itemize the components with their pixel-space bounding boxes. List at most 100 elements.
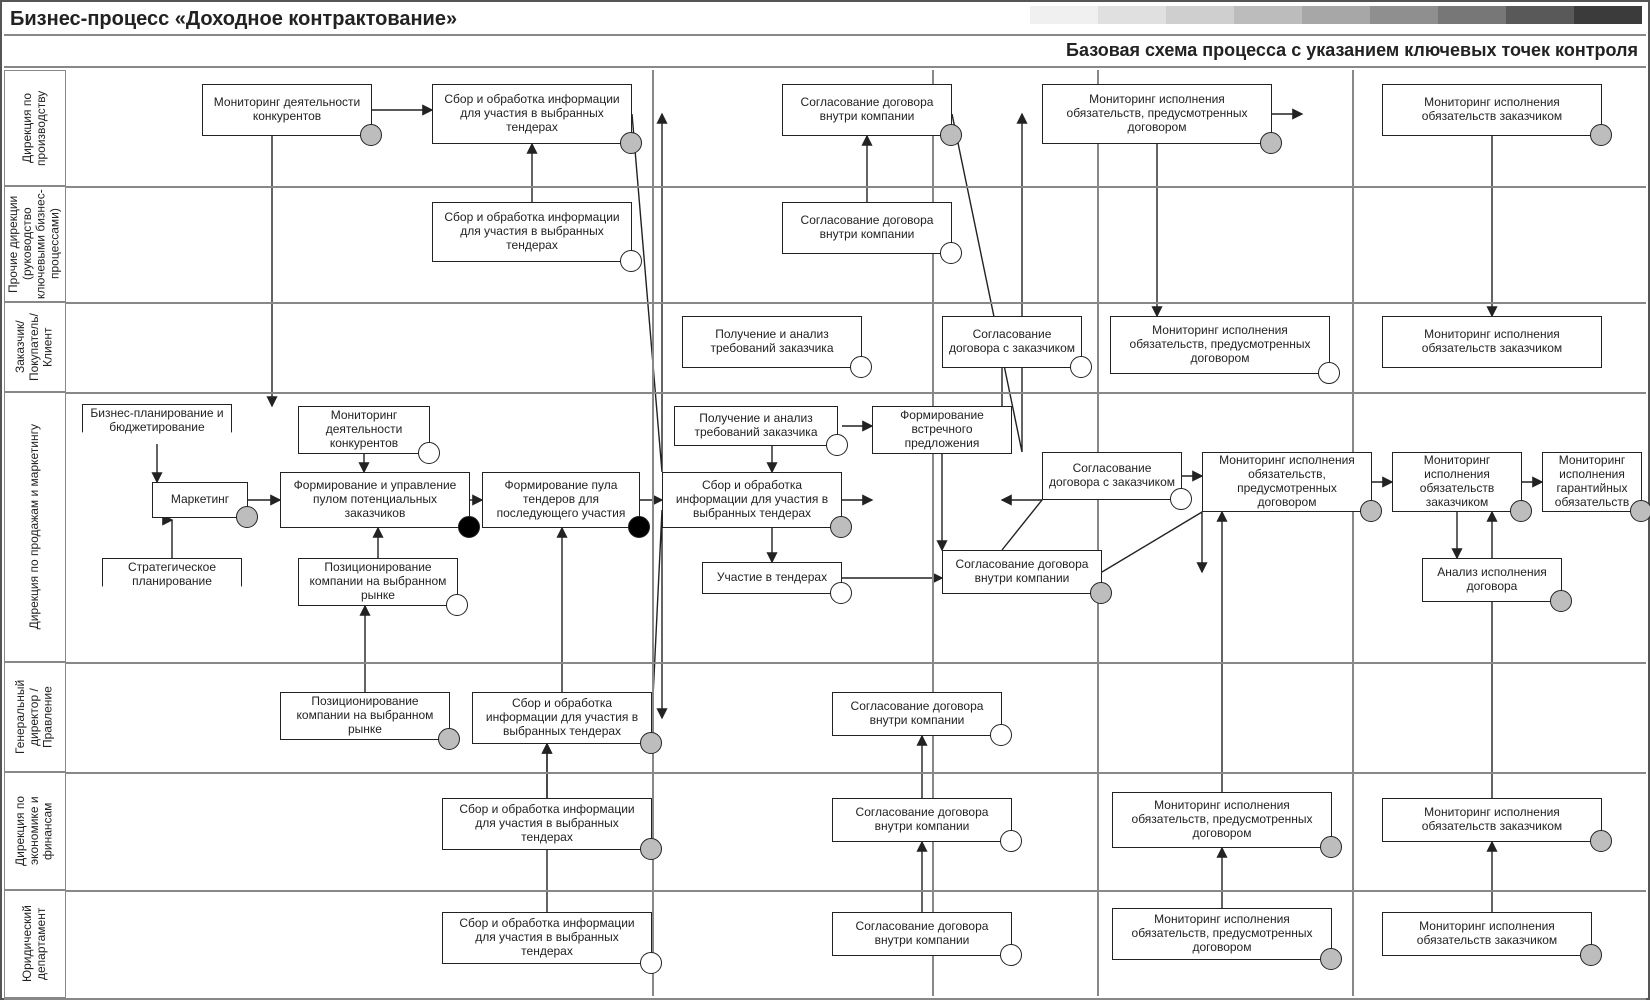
lane-label: Юридический департамент	[21, 891, 49, 997]
control-point-icon	[360, 124, 382, 146]
process-node: Формирование встречного предложения	[872, 406, 1012, 454]
control-point-icon	[1630, 500, 1650, 522]
control-point-icon	[418, 442, 440, 464]
process-node: Маркетинг	[152, 482, 248, 518]
process-node: Получение и анализ требований заказчика	[674, 406, 838, 446]
lane-header-ceo: Генеральный директор / Правление	[4, 662, 66, 772]
process-node: Получение и анализ требований заказчика	[682, 316, 862, 368]
rule	[4, 34, 1646, 36]
control-point-icon	[620, 250, 642, 272]
process-node: Позиционирование компании на выбранном р…	[298, 558, 458, 606]
process-node: Согласование договора внутри компании	[832, 692, 1002, 736]
lane-header-legal: Юридический департамент	[4, 890, 66, 998]
control-point-icon	[1590, 124, 1612, 146]
control-point-icon	[1510, 500, 1532, 522]
process-node: Анализ исполнения договора	[1422, 558, 1562, 602]
process-node: Мониторинг исполнения обязательств заказ…	[1382, 84, 1602, 136]
process-node: Согласование договора внутри компании	[832, 912, 1012, 956]
shade-strip	[1030, 6, 1642, 24]
process-node: Мониторинг исполнения обязательств, пред…	[1112, 792, 1332, 848]
process-node: Мониторинг исполнения обязательств, пред…	[1202, 452, 1372, 512]
process-node: Сбор и обработка информации для участия …	[472, 692, 652, 744]
process-node: Согласование договора с заказчиком	[1042, 452, 1182, 500]
lane-label: Заказчик/ Покупатель/ Клиент	[14, 303, 55, 391]
process-node: Согласование договора с заказчиком	[942, 316, 1082, 368]
process-node: Мониторинг исполнения обязательств заказ…	[1382, 798, 1602, 842]
lane-header-production: Дирекция по производству	[4, 70, 66, 186]
control-point-icon	[1320, 836, 1342, 858]
page-title: Бизнес-процесс «Доходное контрактование»	[10, 8, 457, 31]
control-point-icon	[1320, 948, 1342, 970]
control-point-icon	[458, 516, 480, 538]
lane-divider	[4, 186, 1646, 188]
control-point-icon	[1090, 582, 1112, 604]
control-point-icon	[1170, 488, 1192, 510]
process-node: Сбор и обработка информации для участия …	[662, 472, 842, 528]
control-point-icon	[830, 516, 852, 538]
control-point-icon	[826, 434, 848, 456]
process-node: Согласование договора внутри компании	[782, 202, 952, 254]
lane-divider	[4, 772, 1646, 774]
lane-header-sales: Дирекция по продажам и маркетингу	[4, 392, 66, 662]
lane-header-other: Прочие дирекции (руководство ключевыми б…	[4, 186, 66, 302]
lane-label: Дирекция по продажам и маркетингу	[28, 424, 42, 629]
lane-divider	[4, 662, 1646, 664]
process-node: Позиционирование компании на выбранном р…	[280, 692, 450, 740]
process-node: Мониторинг исполнения обязательств, пред…	[1110, 316, 1330, 374]
lane-divider	[4, 890, 1646, 892]
process-node: Участие в тендерах	[702, 562, 842, 594]
process-node: Сбор и обработка информации для участия …	[442, 798, 652, 850]
phase-divider	[1352, 70, 1354, 996]
process-node: Бизнес-планирование и бюджетирование	[82, 404, 232, 444]
process-node: Мониторинг исполнения обязательств, пред…	[1042, 84, 1272, 144]
control-point-icon	[830, 582, 852, 604]
process-node: Формирование пула тендеров для последующ…	[482, 472, 640, 528]
diagram-root: Бизнес-процесс «Доходное контрактование»…	[0, 0, 1650, 1000]
control-point-icon	[236, 506, 258, 528]
control-point-icon	[1550, 590, 1572, 612]
process-node: Сбор и обработка информации для участия …	[432, 84, 632, 144]
control-point-icon	[628, 516, 650, 538]
control-point-icon	[1000, 944, 1022, 966]
process-node: Согласование договора внутри компании	[832, 798, 1012, 842]
control-point-icon	[620, 132, 642, 154]
rule	[4, 66, 1646, 68]
process-node: Мониторинг деятельности конкурентов	[202, 84, 372, 136]
lane-divider	[4, 392, 1646, 394]
process-node: Мониторинг деятельности конкурентов	[298, 406, 430, 454]
page-subtitle: Базовая схема процесса с указанием ключе…	[1066, 40, 1638, 61]
process-node: Согласование договора внутри компании	[942, 550, 1102, 594]
control-point-icon	[1580, 944, 1602, 966]
lane-label: Прочие дирекции (руководство ключевыми б…	[7, 187, 62, 301]
control-point-icon	[940, 124, 962, 146]
control-point-icon	[850, 356, 872, 378]
control-point-icon	[1590, 830, 1612, 852]
process-node: Согласование договора внутри компании	[782, 84, 952, 136]
process-node: Стратегическое планирование	[102, 558, 242, 598]
process-node: Мониторинг исполнения обязательств заказ…	[1382, 912, 1592, 956]
lane-label: Дирекция по производству	[21, 71, 49, 185]
control-point-icon	[1000, 830, 1022, 852]
control-point-icon	[446, 594, 468, 616]
control-point-icon	[640, 732, 662, 754]
process-node: Формирование и управление пулом потенциа…	[280, 472, 470, 528]
lane-divider	[4, 302, 1646, 304]
control-point-icon	[940, 242, 962, 264]
control-point-icon	[1318, 362, 1340, 384]
process-node: Сбор и обработка информации для участия …	[432, 202, 632, 262]
control-point-icon	[1070, 356, 1092, 378]
lane-label: Дирекция по экономике и финансам	[14, 773, 55, 889]
lane-header-finance: Дирекция по экономике и финансам	[4, 772, 66, 890]
lane-header-customer: Заказчик/ Покупатель/ Клиент	[4, 302, 66, 392]
lane-label: Генеральный директор / Правление	[14, 663, 55, 771]
control-point-icon	[640, 838, 662, 860]
control-point-icon	[1260, 132, 1282, 154]
control-point-icon	[640, 952, 662, 974]
process-node: Мониторинг исполнения обязательств, пред…	[1112, 908, 1332, 960]
process-node: Мониторинг исполнения гарантийных обязат…	[1542, 452, 1642, 512]
phase-divider	[1097, 70, 1099, 996]
process-node: Мониторинг исполнения обязательств заказ…	[1392, 452, 1522, 512]
control-point-icon	[990, 724, 1012, 746]
control-point-icon	[438, 728, 460, 750]
control-point-icon	[1360, 500, 1382, 522]
